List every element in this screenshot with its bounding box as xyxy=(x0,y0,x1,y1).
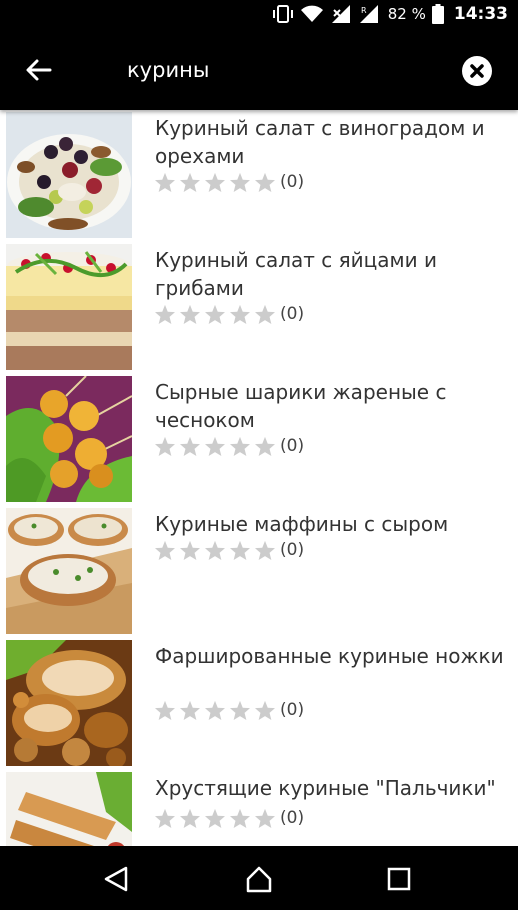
search-query-text[interactable]: курины xyxy=(127,56,209,84)
rating: (0) xyxy=(154,304,304,324)
nav-back-icon xyxy=(104,866,128,892)
nav-recents-button[interactable] xyxy=(384,864,414,894)
star-icon xyxy=(230,304,250,324)
signal-icon xyxy=(330,4,352,24)
rating: (0) xyxy=(154,700,304,720)
star-icon xyxy=(180,304,200,324)
clock: 14:33 xyxy=(453,4,508,24)
status-bar: R 82 % 14:33 xyxy=(0,0,518,28)
star-icon xyxy=(255,436,275,456)
star-icon xyxy=(255,808,275,828)
list-item[interactable]: Хрустящие куриные "Пальчики" (0) xyxy=(0,770,518,846)
star-icon xyxy=(155,436,175,456)
star-icon xyxy=(180,700,200,720)
list-item[interactable]: Сырные шарики жареные с чесноком (0) xyxy=(0,374,518,506)
recipe-results-list[interactable]: Куриный салат с виноградом и орехами (0) xyxy=(0,110,518,846)
recipe-thumbnail xyxy=(6,244,132,370)
star-icon xyxy=(255,540,275,560)
star-icon xyxy=(205,808,225,828)
battery-icon xyxy=(431,4,444,24)
star-icon xyxy=(205,540,225,560)
list-item[interactable]: Куриный салат с яйцами и грибами (0) xyxy=(0,242,518,374)
star-icon xyxy=(255,304,275,324)
clear-search-button[interactable] xyxy=(462,56,492,86)
rating: (0) xyxy=(154,540,304,560)
star-icon xyxy=(255,172,275,192)
star-icon xyxy=(230,436,250,456)
star-icon xyxy=(205,304,225,324)
star-icon xyxy=(230,172,250,192)
star-icon xyxy=(155,700,175,720)
recipe-thumbnail xyxy=(6,508,132,634)
rating-count: (0) xyxy=(280,540,305,560)
recipe-title[interactable]: Куриные маффины с сыром xyxy=(155,510,505,538)
nav-recents-icon xyxy=(387,867,411,891)
star-icon xyxy=(230,540,250,560)
star-icon xyxy=(155,304,175,324)
rating: (0) xyxy=(154,808,304,828)
list-item[interactable]: Фаршированные куриные ножки (0) xyxy=(0,638,518,770)
recipe-thumbnail xyxy=(6,112,132,238)
recipe-title[interactable]: Сырные шарики жареные с чесноком xyxy=(155,378,505,434)
recipe-title[interactable]: Хрустящие куриные "Пальчики" xyxy=(155,774,505,802)
star-icon xyxy=(205,436,225,456)
star-icon xyxy=(180,540,200,560)
rating: (0) xyxy=(154,436,304,456)
rating-count: (0) xyxy=(280,808,305,828)
recipe-thumbnail xyxy=(6,772,132,846)
list-item[interactable]: Куриные маффины с сыром (0) xyxy=(0,506,518,638)
star-icon xyxy=(230,808,250,828)
recipe-title[interactable]: Куриный салат с яйцами и грибами xyxy=(155,246,505,302)
star-icon xyxy=(180,436,200,456)
star-icon xyxy=(155,540,175,560)
arrow-back-icon xyxy=(26,59,52,81)
system-nav-bar xyxy=(0,846,518,910)
rating-count: (0) xyxy=(280,700,305,720)
recipe-thumbnail xyxy=(6,376,132,502)
recipe-title[interactable]: Куриный салат с виноградом и орехами xyxy=(155,114,505,170)
star-icon xyxy=(155,172,175,192)
rating-count: (0) xyxy=(280,172,305,192)
svg-text:R: R xyxy=(361,6,367,15)
close-circle-icon xyxy=(470,64,484,78)
recipe-title[interactable]: Фаршированные куриные ножки xyxy=(155,642,505,670)
star-icon xyxy=(205,172,225,192)
star-icon xyxy=(180,172,200,192)
star-icon xyxy=(230,700,250,720)
list-item[interactable]: Куриный салат с виноградом и орехами (0) xyxy=(0,110,518,242)
nav-home-button[interactable] xyxy=(244,864,274,894)
back-button[interactable] xyxy=(22,54,54,86)
star-icon xyxy=(155,808,175,828)
status-icons: R 82 % 14:33 xyxy=(272,2,508,26)
battery-percent: 82 % xyxy=(387,5,426,23)
rating-count: (0) xyxy=(280,304,305,324)
wifi-icon xyxy=(300,4,324,24)
star-icon xyxy=(205,700,225,720)
star-icon xyxy=(255,700,275,720)
signal-roaming-icon: R xyxy=(358,4,380,24)
rating-count: (0) xyxy=(280,436,305,456)
nav-home-icon xyxy=(246,866,272,893)
star-icon xyxy=(180,808,200,828)
search-toolbar: курины xyxy=(0,28,518,110)
rating: (0) xyxy=(154,172,304,192)
nav-back-button[interactable] xyxy=(102,864,132,894)
recipe-thumbnail xyxy=(6,640,132,766)
vibrate-icon xyxy=(272,4,294,24)
